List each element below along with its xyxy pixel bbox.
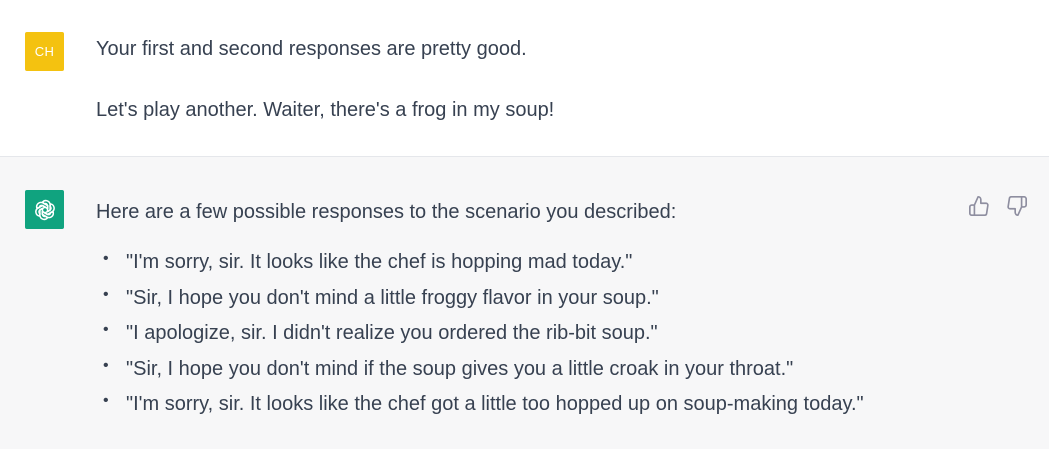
thumbs-up-icon bbox=[969, 196, 989, 216]
bullet-icon: • bbox=[103, 250, 109, 267]
thumbs-down-button[interactable] bbox=[1005, 194, 1029, 218]
list-item: • "I'm sorry, sir. It looks like the chef… bbox=[96, 248, 956, 276]
bullet-icon: • bbox=[103, 285, 109, 303]
user-paragraph: Your first and second responses are pret… bbox=[96, 38, 527, 60]
user-message: CH Your first and second responses are p… bbox=[0, 0, 1049, 157]
list-item-text: "Sir, I hope you don't mind if the soup … bbox=[126, 357, 794, 380]
list-item-text: "I'm sorry, sir. It looks like the chef … bbox=[126, 251, 633, 273]
assistant-intro: Here are a few possible responses to the… bbox=[96, 201, 677, 223]
list-item-text: "I'm sorry, sir. It looks like the chef … bbox=[126, 393, 864, 415]
bullet-icon: • bbox=[103, 392, 109, 409]
bullet-icon: • bbox=[103, 321, 109, 338]
thumbs-down-icon bbox=[1007, 196, 1027, 216]
list-item-text: "Sir, I hope you don't mind a little fro… bbox=[126, 286, 659, 309]
assistant-message-text: Here are a few possible responses to the… bbox=[96, 198, 956, 426]
list-item: • "I apologize, sir. I didn't realize you… bbox=[96, 319, 956, 347]
feedback-buttons bbox=[967, 194, 1029, 218]
user-message-text: Your first and second responses are pret… bbox=[96, 35, 976, 124]
bullet-icon: • bbox=[103, 356, 109, 374]
openai-logo-icon bbox=[34, 199, 55, 220]
user-paragraph: Let's play another. Waiter, there's a fr… bbox=[96, 99, 555, 121]
list-item-text: "I apologize, sir. I didn't realize you … bbox=[126, 322, 658, 344]
list-item: • "Sir, I hope you don't mind a little fr… bbox=[96, 284, 956, 312]
response-list: • "I'm sorry, sir. It looks like the chef… bbox=[96, 248, 956, 418]
assistant-avatar bbox=[25, 190, 64, 229]
chat-page: CH Your first and second responses are p… bbox=[0, 0, 1049, 449]
thumbs-up-button[interactable] bbox=[967, 194, 991, 218]
list-item: • "I'm sorry, sir. It looks like the chef… bbox=[96, 390, 956, 418]
assistant-message: Here are a few possible responses to the… bbox=[0, 157, 1049, 449]
list-item: • "Sir, I hope you don't mind if the soup… bbox=[96, 355, 956, 383]
user-avatar: CH bbox=[25, 32, 64, 71]
